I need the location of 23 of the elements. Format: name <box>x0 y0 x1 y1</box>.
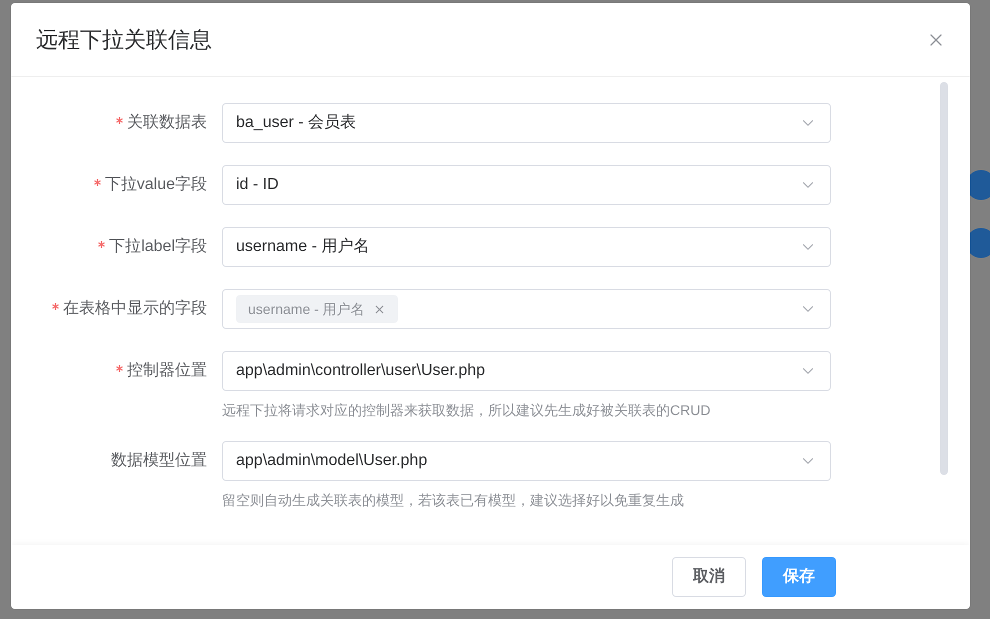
field-label: 关联数据表 <box>127 112 207 133</box>
cancel-button[interactable]: 取消 <box>672 557 746 597</box>
help-text: 远程下拉将请求对应的控制器来获取数据，所以建议先生成好被关联表的CRUD <box>222 401 712 420</box>
select-value: app\admin\controller\user\User.php <box>236 361 486 381</box>
select-field[interactable]: ba_user - 会员表 <box>222 103 831 143</box>
select-field[interactable]: username - 用户名 <box>222 227 831 267</box>
remove-tag-icon[interactable] <box>372 302 386 316</box>
field-label: 数据模型位置 <box>111 451 207 471</box>
field-tag: username - 用户名 <box>236 295 398 323</box>
field-label: 下拉value字段 <box>104 174 207 195</box>
field-label: 在表格中显示的字段 <box>63 298 207 319</box>
select-value: username - 用户名 <box>236 236 370 257</box>
scrollbar-thumb[interactable] <box>940 82 948 475</box>
dialog-title: 远程下拉关联信息 <box>36 26 212 54</box>
select-field[interactable]: id - ID <box>222 165 831 205</box>
select-value: ba_user - 会员表 <box>236 112 356 133</box>
help-text: 留空则自动生成关联表的模型，若该表已有模型，建议选择好以免重复生成 <box>222 491 685 510</box>
field-label: 下拉label字段 <box>109 236 207 257</box>
select-value: app\admin\model\User.php <box>236 451 428 471</box>
field-label: 控制器位置 <box>127 360 207 381</box>
select-field[interactable]: app\admin\model\User.php <box>222 441 831 481</box>
select-field[interactable]: app\admin\controller\user\User.php <box>222 351 831 391</box>
select-value: id - ID <box>236 175 279 195</box>
